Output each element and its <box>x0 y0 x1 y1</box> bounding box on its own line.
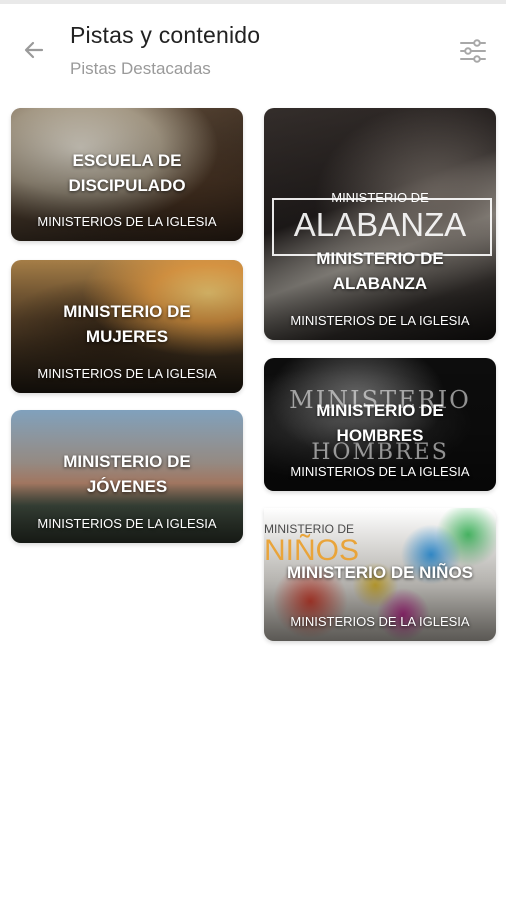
card-title: MINISTERIO DE NIÑOS <box>286 563 474 582</box>
track-card-discipulado[interactable]: ESCUELA DE DISCIPULADO MINISTERIOS DE LA… <box>11 108 243 241</box>
card-subtitle: MINISTERIOS DE LA IGLESIA <box>37 366 217 381</box>
card-title: MINISTERIO DE ALABANZA <box>316 249 444 293</box>
filter-button[interactable] <box>456 36 490 66</box>
card-subtitle: MINISTERIOS DE LA IGLESIA <box>37 516 217 531</box>
page-title: Pistas y contenido <box>70 22 261 48</box>
track-card-hombres[interactable]: MINISTERIO HOMBRES MINISTERIO DE HOMBRES… <box>264 358 496 491</box>
card-title: MINISTERIO DE HOMBRES <box>316 401 444 445</box>
card-subtitle: MINISTERIOS DE LA IGLESIA <box>290 464 470 479</box>
track-card-mujeres[interactable]: MINISTERIO DE MUJERES MINISTERIOS DE LA … <box>11 260 243 393</box>
sliders-icon <box>460 39 486 63</box>
back-arrow-icon <box>24 41 44 59</box>
card-title: MINISTERIO DE JÓVENES <box>63 452 191 496</box>
card-subtitle: MINISTERIOS DE LA IGLESIA <box>37 214 217 229</box>
image-text-big: ALABANZA <box>293 206 467 243</box>
track-card-alabanza[interactable]: MINISTERIO DE ALABANZA MINISTERIO DE ALA… <box>264 108 496 340</box>
image-text-top: MINISTERIO DE <box>331 190 429 205</box>
track-card-ninos[interactable]: MINISTERIO DE NIÑOS MINISTERIO DE NIÑOS … <box>264 508 496 641</box>
back-button[interactable] <box>18 34 50 66</box>
card-title: MINISTERIO DE MUJERES <box>63 302 191 346</box>
card-subtitle: MINISTERIOS DE LA IGLESIA <box>290 313 470 328</box>
card-subtitle: MINISTERIOS DE LA IGLESIA <box>290 614 470 629</box>
app-header: Pistas y contenido Pistas Destacadas <box>0 4 506 94</box>
card-title: ESCUELA DE DISCIPULADO <box>68 151 186 195</box>
track-card-jovenes[interactable]: MINISTERIO DE JÓVENES MINISTERIOS DE LA … <box>11 410 243 543</box>
page-subtitle: Pistas Destacadas <box>70 59 211 78</box>
